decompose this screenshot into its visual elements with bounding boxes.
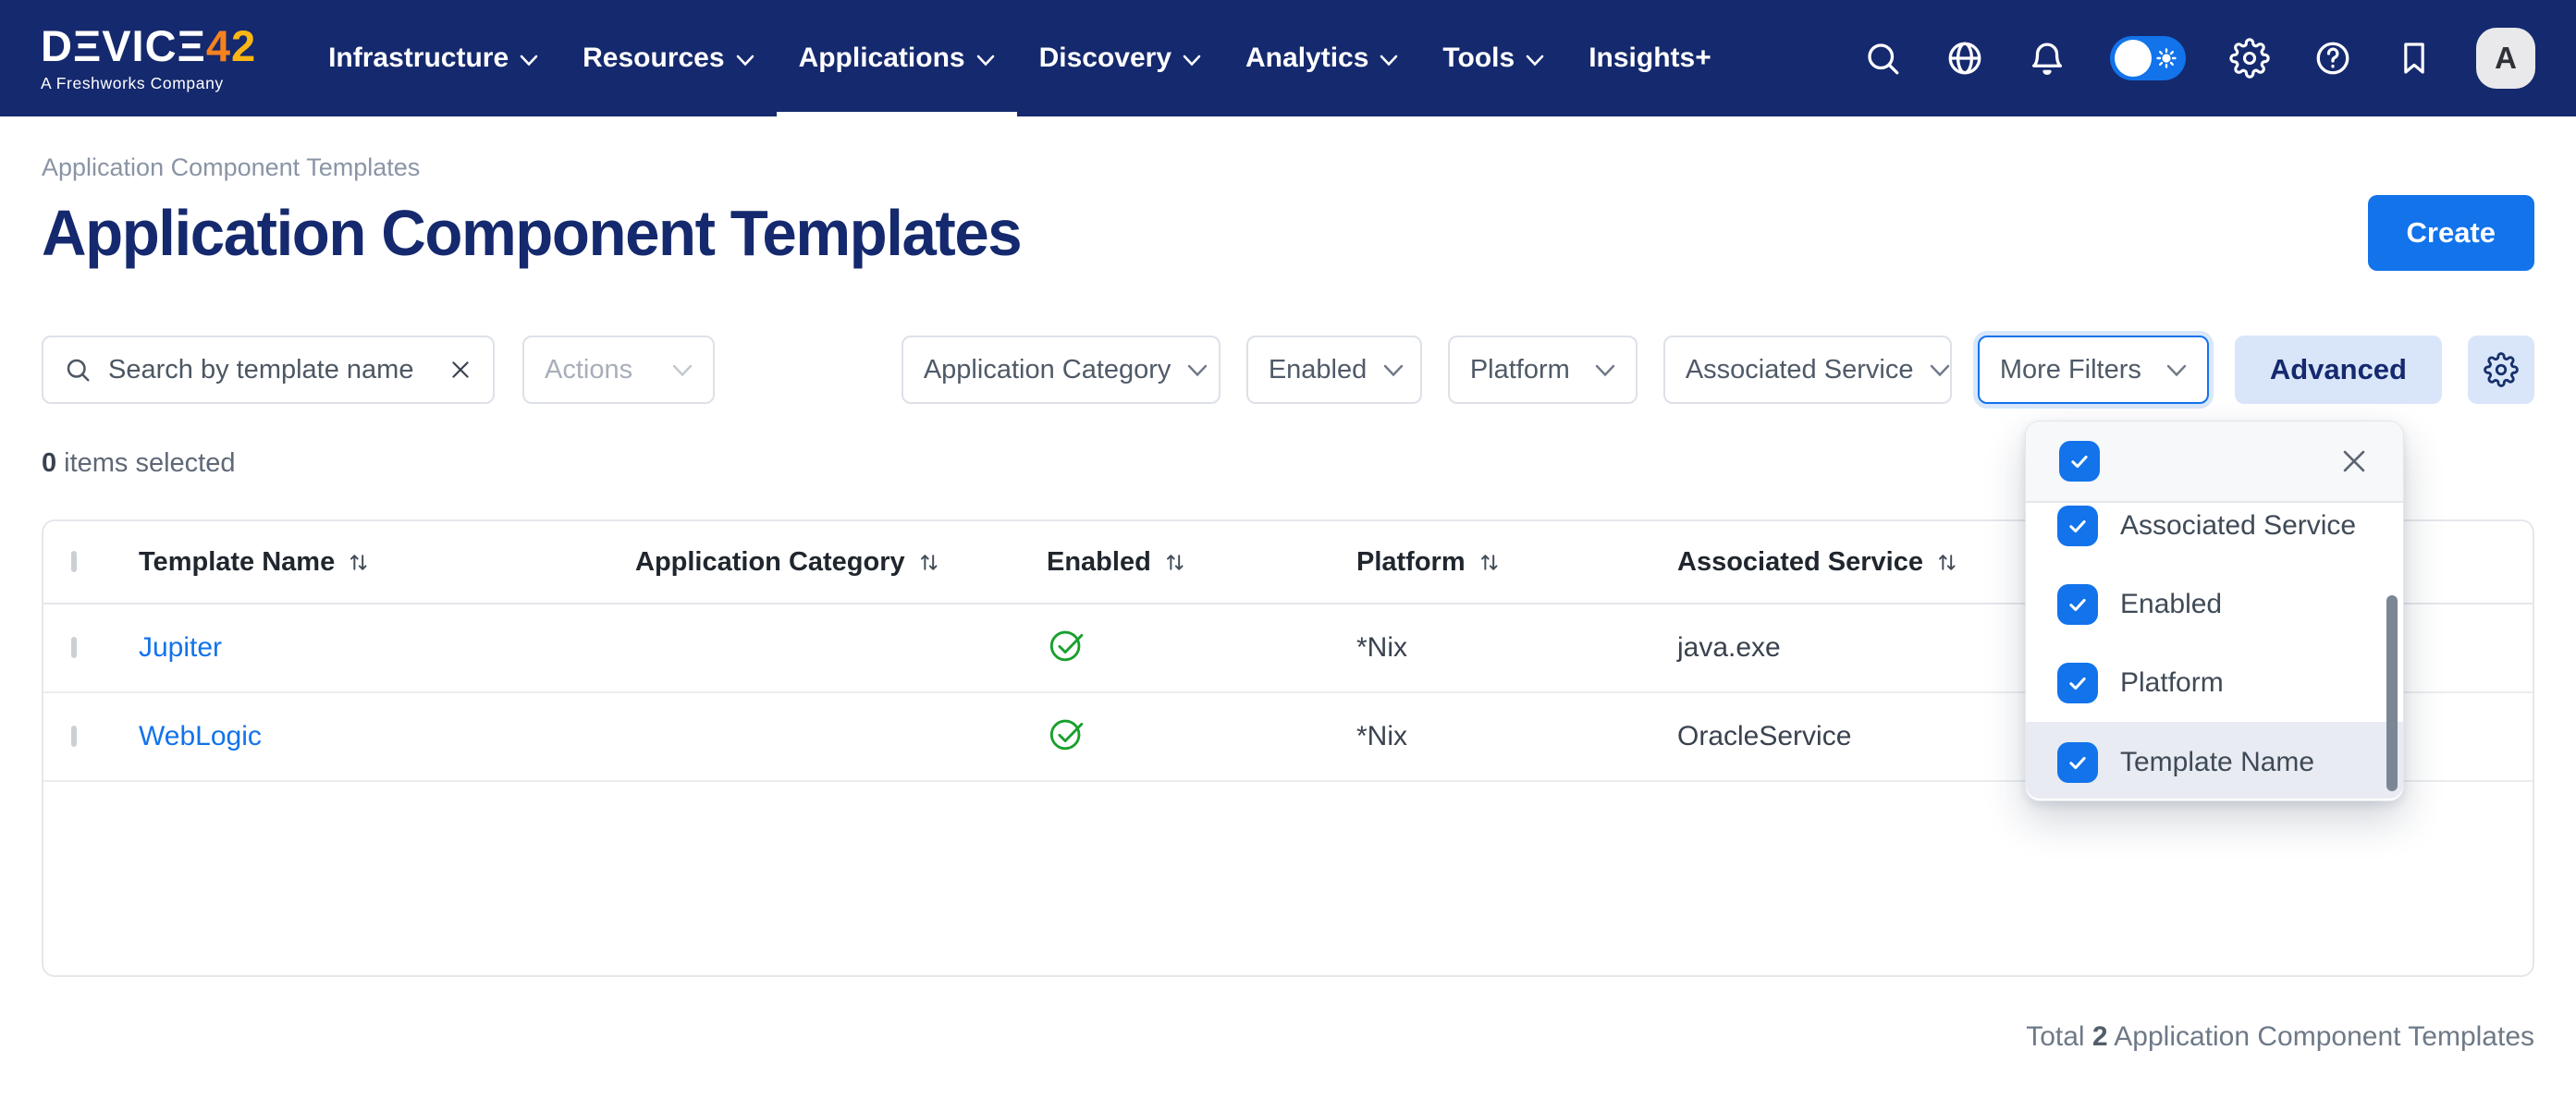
nav-item-resources[interactable]: Resources xyxy=(560,0,776,116)
select-all-columns-checkbox[interactable] xyxy=(2059,441,2100,482)
check-icon xyxy=(2066,751,2090,775)
check-icon xyxy=(2066,592,2090,617)
actions-dropdown[interactable]: Actions xyxy=(522,336,715,404)
help-icon[interactable] xyxy=(2313,39,2352,78)
menu-item-platform[interactable]: Platform xyxy=(2026,643,2403,722)
column-header-application-category[interactable]: Application Category xyxy=(635,547,1047,578)
sort-icon xyxy=(1934,550,1959,575)
more-filters-dropdown[interactable]: More Filters xyxy=(1978,336,2209,404)
associated-service-filter[interactable]: Associated Service xyxy=(1663,336,1952,404)
sort-icon xyxy=(916,550,941,575)
table-settings-button[interactable] xyxy=(2468,336,2534,404)
sort-icon xyxy=(346,550,371,575)
create-button[interactable]: Create xyxy=(2368,195,2535,271)
chevron-down-icon xyxy=(1380,43,1398,74)
column-header-template-name[interactable]: Template Name xyxy=(139,547,635,578)
row-checkbox[interactable] xyxy=(71,637,77,658)
chevron-down-icon xyxy=(976,43,995,74)
logo-text: DΞVICΞ42 xyxy=(41,24,256,67)
chevron-down-icon xyxy=(736,43,754,74)
platform-cell: *Nix xyxy=(1356,632,1677,664)
column-header-platform[interactable]: Platform xyxy=(1356,547,1677,578)
checkbox-checked[interactable] xyxy=(2057,506,2098,546)
menu-item-enabled[interactable]: Enabled xyxy=(2026,565,2403,643)
clear-search-icon[interactable] xyxy=(448,358,472,382)
selected-count: 0 xyxy=(42,448,56,478)
logo-subtitle: A Freshworks Company xyxy=(41,74,256,93)
enabled-filter[interactable]: Enabled xyxy=(1246,336,1422,404)
search-input[interactable] xyxy=(108,355,432,385)
sort-icon xyxy=(1162,550,1187,575)
template-name-link[interactable]: WebLogic xyxy=(139,721,635,752)
platform-cell: *Nix xyxy=(1356,721,1677,752)
chevron-down-icon xyxy=(2166,364,2187,377)
enabled-cell xyxy=(1047,712,1356,762)
gear-icon xyxy=(2484,352,2519,387)
bookmark-icon[interactable] xyxy=(2396,40,2433,77)
navbar-actions: A xyxy=(1863,28,2535,89)
application-category-filter[interactable]: Application Category xyxy=(902,336,1221,404)
chevron-down-icon xyxy=(1383,364,1404,377)
sun-icon xyxy=(2155,47,2177,74)
filter-bar: Actions Application Category Enabled Pla… xyxy=(42,336,2534,404)
avatar-letter: A xyxy=(2495,41,2517,76)
filter-dropdowns: Application Category Enabled Platform As… xyxy=(902,336,2534,404)
settings-gear-icon[interactable] xyxy=(2229,38,2270,79)
nav-item-discovery[interactable]: Discovery xyxy=(1017,0,1223,116)
toggle-knob xyxy=(2115,40,2152,77)
globe-icon[interactable] xyxy=(1945,39,1984,78)
user-avatar[interactable]: A xyxy=(2476,28,2535,89)
theme-toggle[interactable] xyxy=(2110,36,2186,80)
nav-item-infrastructure[interactable]: Infrastructure xyxy=(306,0,560,116)
chevron-down-icon xyxy=(1930,364,1950,377)
menu-item-template-name[interactable]: Template Name xyxy=(2026,722,2403,799)
more-filters-menu: Associated Service Enabled Platform Temp… xyxy=(2025,421,2404,801)
more-filters-menu-list: Associated Service Enabled Platform Temp… xyxy=(2026,503,2403,799)
check-icon xyxy=(2067,449,2091,473)
check-icon xyxy=(2066,671,2090,695)
search-icon xyxy=(64,356,92,384)
chevron-down-icon xyxy=(672,364,693,377)
enabled-cell xyxy=(1047,623,1356,673)
search-box xyxy=(42,336,495,404)
total-count: 2 xyxy=(2092,1021,2108,1052)
select-all-checkbox[interactable] xyxy=(71,551,77,572)
nav-item-applications[interactable]: Applications xyxy=(777,0,1017,116)
sort-icon xyxy=(1477,550,1502,575)
chevron-down-icon xyxy=(1183,43,1201,74)
top-navbar: DΞVICΞ42 A Freshworks Company Infrastruc… xyxy=(0,0,2576,116)
checkbox-checked[interactable] xyxy=(2057,663,2098,703)
page-title: Application Component Templates xyxy=(42,196,1021,270)
row-checkbox[interactable] xyxy=(71,726,77,747)
nav-item-analytics[interactable]: Analytics xyxy=(1223,0,1420,116)
checkbox-checked[interactable] xyxy=(2057,742,2098,783)
device42-logo[interactable]: DΞVICΞ42 A Freshworks Company xyxy=(41,24,256,93)
close-icon[interactable] xyxy=(2338,446,2370,477)
platform-filter[interactable]: Platform xyxy=(1448,336,1638,404)
breadcrumb[interactable]: Application Component Templates xyxy=(42,116,420,182)
selected-label: items selected xyxy=(64,448,235,478)
chevron-down-icon xyxy=(1595,364,1615,377)
template-name-link[interactable]: Jupiter xyxy=(139,632,635,664)
chevron-down-icon xyxy=(520,43,538,74)
nav-item-tools[interactable]: Tools xyxy=(1420,0,1566,116)
more-filters-menu-header xyxy=(2026,421,2403,503)
nav-item-insights[interactable]: Insights+ xyxy=(1566,0,1734,116)
enabled-check-icon xyxy=(1047,623,1089,665)
notifications-bell-icon[interactable] xyxy=(2028,39,2067,78)
main-nav: Infrastructure Resources Applications Di… xyxy=(306,0,1734,116)
checkbox-checked[interactable] xyxy=(2057,584,2098,625)
check-icon xyxy=(2066,514,2090,538)
app-screen: DΞVICΞ42 A Freshworks Company Infrastruc… xyxy=(0,0,2576,1111)
column-header-enabled[interactable]: Enabled xyxy=(1047,547,1356,578)
total-count-text: Total 2 Application Component Templates xyxy=(42,1021,2534,1053)
chevron-down-icon xyxy=(1187,364,1208,377)
advanced-button[interactable]: Advanced xyxy=(2235,336,2442,404)
search-icon[interactable] xyxy=(1863,39,1902,78)
enabled-check-icon xyxy=(1047,712,1089,754)
menu-item-associated-service[interactable]: Associated Service xyxy=(2026,503,2403,565)
scrollbar-thumb[interactable] xyxy=(2386,595,2398,791)
chevron-down-icon xyxy=(1526,43,1544,74)
